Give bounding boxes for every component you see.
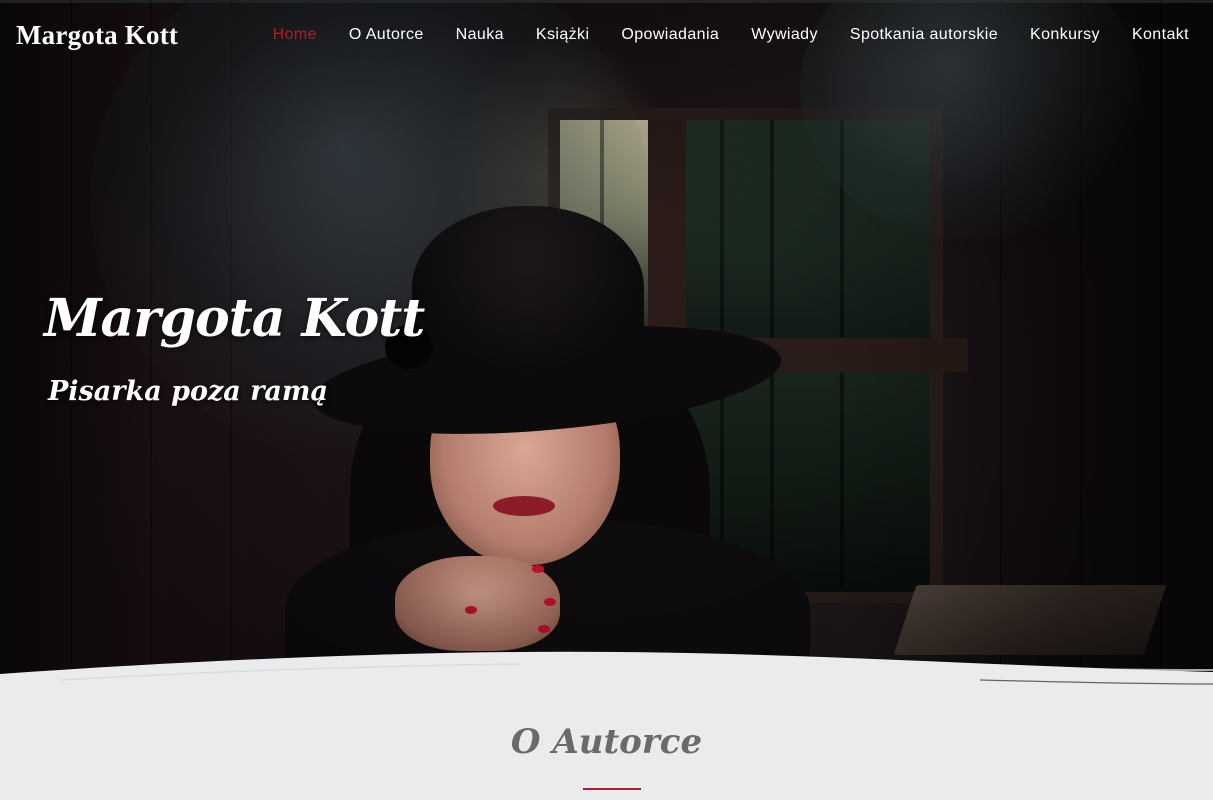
nav-link-home[interactable]: Home — [273, 26, 317, 44]
nav-link-nauka[interactable]: Nauka — [456, 26, 504, 44]
hero-banner: Margota Kott Pisarka poza ramą — [0, 0, 1213, 690]
brush-divider — [0, 651, 1213, 700]
nav-link-opowiadania[interactable]: Opowiadania — [621, 26, 719, 44]
hero-subtitle: Pisarka poza ramą — [48, 376, 328, 407]
nav-link-o-autorce[interactable]: O Autorce — [349, 26, 424, 44]
hero-title: Margota Kott — [44, 288, 425, 349]
main-navbar: Margota Kott Home O Autorce Nauka Książk… — [0, 3, 1213, 65]
nav-link-konkursy[interactable]: Konkursy — [1030, 26, 1100, 44]
nav-menu: Home O Autorce Nauka Książki Opowiadania… — [241, 26, 1189, 44]
brand-logo[interactable]: Margota Kott — [16, 20, 178, 51]
nav-link-ksiazki[interactable]: Książki — [536, 26, 589, 44]
about-title: O Autorce — [510, 722, 703, 762]
about-title-underline — [583, 788, 641, 790]
nav-link-kontakt[interactable]: Kontakt — [1132, 26, 1189, 44]
nav-link-wywiady[interactable]: Wywiady — [751, 26, 818, 44]
nav-link-spotkania-autorskie[interactable]: Spotkania autorskie — [850, 26, 998, 44]
